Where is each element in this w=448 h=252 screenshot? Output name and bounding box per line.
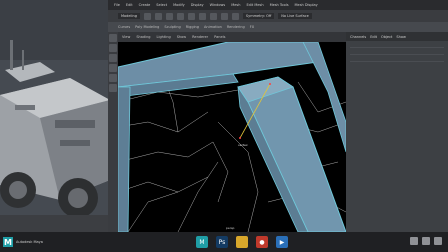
tab-edit[interactable]: Edit	[370, 35, 377, 39]
shelf-tab-rendering[interactable]: Rendering	[227, 25, 245, 29]
open-scene-icon[interactable]	[154, 12, 162, 20]
system-tray	[410, 237, 442, 245]
notification-icon[interactable]	[434, 237, 442, 245]
armored-vehicle-render	[0, 0, 110, 232]
maya-window: File Edit Create Select Modify Display W…	[108, 0, 448, 232]
menu-edit[interactable]: Edit	[126, 3, 133, 7]
recorder-icon[interactable]: ▶	[276, 236, 288, 248]
menu-create[interactable]: Create	[139, 3, 151, 7]
scale-tool-icon[interactable]	[109, 84, 117, 92]
menu-mesh-tools[interactable]: Mesh Tools	[270, 3, 289, 7]
viewport-menu-shading[interactable]: Shading	[136, 35, 150, 39]
move-tool-icon[interactable]	[109, 64, 117, 72]
channel-box-panel: Channels Edit Object Show	[346, 32, 448, 232]
shelf-tab-fx[interactable]: FX	[250, 25, 254, 29]
menu-mesh-display[interactable]: Mesh Display	[295, 3, 318, 7]
undo-icon[interactable]	[176, 12, 184, 20]
menu-edit-mesh[interactable]: Edit Mesh	[246, 3, 263, 7]
live-surface-status[interactable]: No Live Surface	[278, 13, 312, 19]
cursor-tooltip: vertex	[238, 143, 248, 147]
viewport-menu-renderer[interactable]: Renderer	[192, 35, 208, 39]
tab-channels[interactable]: Channels	[350, 35, 366, 39]
folder-icon[interactable]	[236, 236, 248, 248]
maya-icon[interactable]: M	[196, 236, 208, 248]
menu-bar: File Edit Create Select Modify Display W…	[108, 0, 448, 10]
shelf-tab-curves[interactable]: Curves	[118, 25, 130, 29]
symmetry-status[interactable]: Symmetry: Off	[242, 13, 275, 19]
channel-box-tabs: Channels Edit Object Show	[346, 32, 448, 41]
camera-label: persp	[226, 226, 235, 230]
menu-display[interactable]: Display	[191, 3, 204, 7]
volume-icon[interactable]	[422, 237, 430, 245]
lasso-tool-icon[interactable]	[109, 44, 117, 52]
active-app-title: Autodesk Maya	[16, 240, 43, 244]
active-app[interactable]: M Autodesk Maya	[0, 237, 76, 247]
shelf-tab-rigging[interactable]: Rigging	[186, 25, 199, 29]
shelf-tabs: Curves Poly Modeling Sculpting Rigging A…	[108, 22, 448, 32]
shelf-tab-animation[interactable]: Animation	[204, 25, 222, 29]
3d-viewport[interactable]: vertex persp	[118, 42, 346, 232]
shelf-tab-sculpting[interactable]: Sculpting	[164, 25, 180, 29]
shelf-tab-poly-modeling[interactable]: Poly Modeling	[135, 25, 159, 29]
viewport-menu-panels[interactable]: Panels	[214, 35, 225, 39]
media-icon[interactable]: ●	[256, 236, 268, 248]
save-scene-icon[interactable]	[165, 12, 173, 20]
viewport-menu-bar: View Shading Lighting Show Renderer Pane…	[118, 32, 346, 42]
viewport-menu-lighting[interactable]: Lighting	[157, 35, 171, 39]
snap-grid-icon[interactable]	[209, 12, 217, 20]
snap-point-icon[interactable]	[231, 12, 239, 20]
menu-mesh[interactable]: Mesh	[231, 3, 240, 7]
mesh-wireframe	[118, 42, 346, 232]
menu-windows[interactable]: Windows	[210, 3, 226, 7]
select-tool-icon[interactable]	[109, 34, 117, 42]
screen: File Edit Create Select Modify Display W…	[0, 0, 448, 252]
rotate-tool-icon[interactable]	[109, 74, 117, 82]
paint-select-icon[interactable]	[109, 54, 117, 62]
channel-row[interactable]	[350, 44, 444, 48]
viewport-menu-view[interactable]: View	[122, 35, 130, 39]
menu-select[interactable]: Select	[156, 3, 167, 7]
channel-row[interactable]	[350, 51, 444, 55]
snap-curve-icon[interactable]	[220, 12, 228, 20]
mode-selector[interactable]: Modeling	[118, 13, 140, 19]
viewport-menu-show[interactable]: Show	[177, 35, 186, 39]
select-mode-icon[interactable]	[198, 12, 206, 20]
redo-icon[interactable]	[187, 12, 195, 20]
tab-object[interactable]: Object	[381, 35, 392, 39]
new-scene-icon[interactable]	[143, 12, 151, 20]
tool-box	[108, 32, 118, 232]
maya-logo-icon: M	[3, 237, 13, 247]
photoshop-icon[interactable]: Ps	[216, 236, 228, 248]
status-toolbar: Modeling Symmetry: Off No Live Surface	[108, 10, 448, 22]
menu-modify[interactable]: Modify	[173, 3, 185, 7]
pinned-apps: M Ps ● ▶	[196, 236, 288, 248]
tab-show[interactable]: Show	[396, 35, 405, 39]
menu-file[interactable]: File	[114, 3, 120, 7]
desktop-wallpaper	[0, 0, 110, 232]
taskbar: M Autodesk Maya M Ps ● ▶	[0, 232, 448, 252]
channel-row[interactable]	[350, 58, 444, 62]
network-icon[interactable]	[410, 237, 418, 245]
